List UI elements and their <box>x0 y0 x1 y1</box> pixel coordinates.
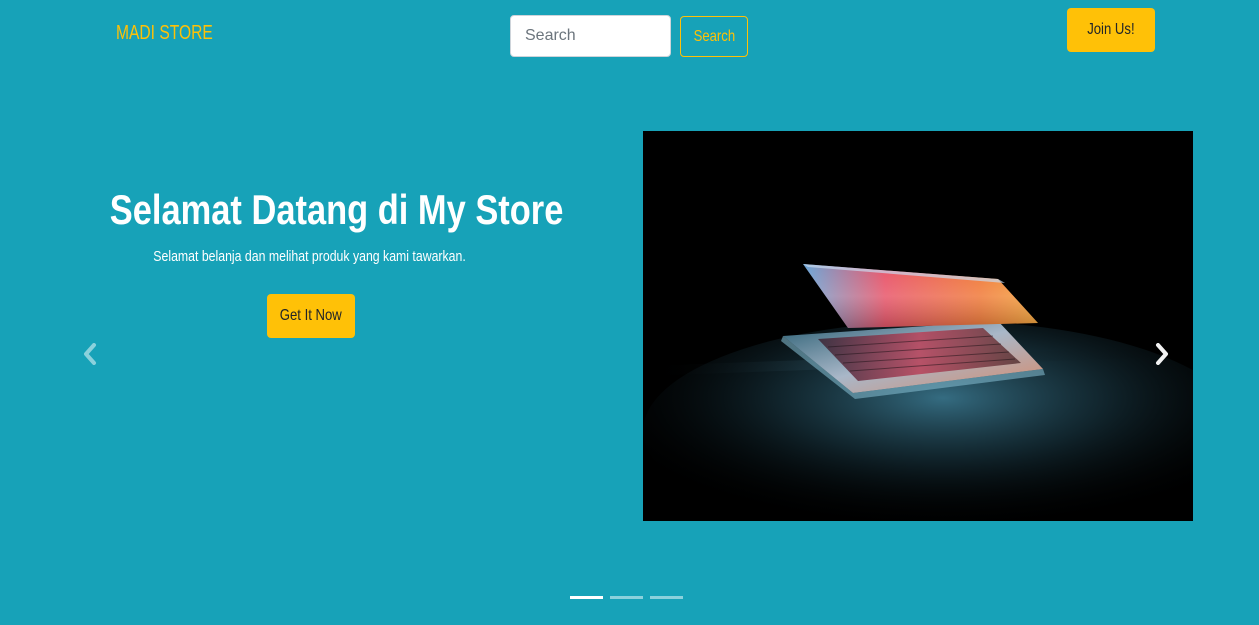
search-button-label: Search <box>693 27 735 45</box>
carousel-next-button[interactable] <box>1148 340 1176 368</box>
hero-subtitle-text: Selamat belanja dan melihat produk yang … <box>153 248 467 265</box>
hero-title-text: Selamat Datang di My Store <box>109 186 564 233</box>
carousel-indicator-2[interactable] <box>610 596 643 599</box>
hero-title: Selamat Datang di My Store <box>60 186 564 234</box>
carousel-prev-button[interactable] <box>76 340 104 368</box>
get-it-now-label: Get It Now <box>280 307 342 324</box>
brand-logo-link[interactable]: MADI STORE <box>116 22 213 45</box>
page: MADI STORE Search Join Us! Selamat Datan… <box>0 0 1259 625</box>
get-it-now-button[interactable]: Get It Now <box>267 294 355 338</box>
join-us-button-label: Join Us! <box>1087 21 1135 38</box>
carousel-indicator-3[interactable] <box>650 596 683 599</box>
chevron-left-icon <box>84 343 96 365</box>
join-us-button[interactable]: Join Us! <box>1067 8 1155 52</box>
search-input[interactable] <box>510 15 671 57</box>
hero-laptop-image <box>643 131 1193 521</box>
search-button[interactable]: Search <box>680 16 748 57</box>
chevron-right-icon <box>1156 343 1168 365</box>
laptop-illustration <box>643 131 1193 521</box>
carousel-indicator-1[interactable] <box>570 596 603 599</box>
carousel-indicators <box>570 596 683 599</box>
hero-subtitle: Selamat belanja dan melihat produk yang … <box>60 248 560 265</box>
